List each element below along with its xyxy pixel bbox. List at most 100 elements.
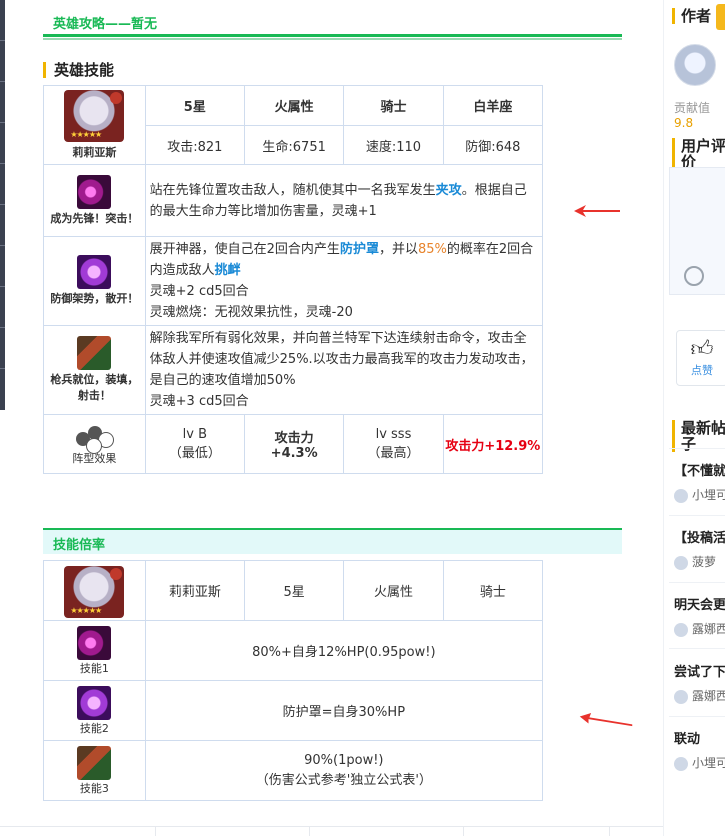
news-item-title[interactable]: 联动: [674, 728, 725, 747]
user-avatar: [674, 689, 688, 704]
formation-lvb: lv B （最低）: [144, 414, 245, 474]
hero-name: 莉莉亚斯: [72, 145, 117, 159]
stat-hp: 生命:6751: [243, 125, 345, 165]
author-badge: [716, 4, 725, 30]
rate-skill3-cell: 技能3: [43, 740, 146, 801]
hero-element: 火属性: [243, 85, 345, 126]
author-title: 作者: [672, 8, 711, 24]
news-divider: [669, 515, 725, 516]
keyword-provoke[interactable]: 挑衅: [215, 263, 241, 278]
skill3-soul-line: 灵魂+3 cd5回合: [149, 394, 249, 409]
red-arrow-icon: [579, 713, 633, 727]
rate-skill1-value: 80%+自身12%HP(0.95pow!): [144, 620, 544, 681]
like-button[interactable]: 👍︎ 点赞: [676, 330, 725, 386]
user-avatar: [674, 488, 688, 503]
author-avatar[interactable]: [674, 44, 716, 86]
skill2-name: 防御架势，散开！: [50, 292, 139, 305]
skill1-icon: [77, 174, 112, 209]
guide-divider: [43, 38, 622, 40]
rating-title: 用户评价: [672, 138, 725, 170]
contrib-value: 9.8: [674, 116, 694, 130]
skill1-icon: [77, 626, 112, 660]
hero-class: 骑士: [343, 85, 444, 126]
rating-title-text: 用户评价: [681, 137, 725, 171]
news-item-title[interactable]: 明天会更好: [674, 594, 725, 613]
guide-title: 英雄攻略——暂无: [53, 17, 158, 32]
stat-defense: 防御:648: [442, 125, 544, 165]
skill1-cell: 成为先锋！突击！: [43, 164, 146, 237]
news-divider: [669, 448, 725, 449]
news-item-username[interactable]: 露娜西: [692, 622, 725, 636]
rate-skill2-cell: 技能2: [43, 680, 146, 741]
skill2-soul-line: 灵魂+2 cd5回合: [149, 284, 249, 299]
rate-skill3-value: 90%(1pow!) （伤害公式参考'独立公式表'）: [144, 740, 544, 801]
formation-label: 阵型效果: [72, 451, 117, 465]
formation-lvsss-sub: （最高）: [367, 446, 420, 461]
emoji-icon[interactable]: [684, 266, 704, 286]
news-item-title[interactable]: 尝试了下: [674, 661, 725, 680]
skill2-cell: 防御架势，散开！: [43, 236, 146, 326]
news-item-user: 小埋可: [674, 486, 725, 503]
hero-skill-table: ★★★★★ 莉莉亚斯 5星 火属性 骑士 白羊座 攻击:821 生命:6751 …: [43, 85, 544, 474]
skill3-cell: 枪兵就位，装填，射击！: [43, 325, 146, 415]
rate-skill2-label: 技能2: [79, 722, 109, 735]
skill2-soulburn-line: 灵魂燃烧：无视效果抗性，灵魂-20: [149, 305, 353, 320]
formation-lvsss-label: lv sss: [375, 427, 412, 442]
keyword-pincer[interactable]: 夹攻: [436, 183, 462, 198]
rate-skill3-note[interactable]: （伤害公式参考'独立公式表'）: [147, 771, 541, 791]
news-divider: [669, 648, 725, 649]
skill-rate-table: ★★★★★ 莉莉亚斯 5星 火属性 骑士 技能1 80%+自身12%HP(0.9…: [43, 560, 544, 801]
footer-tick: [309, 826, 310, 836]
author-contribution: 贡献值 9.8: [674, 99, 725, 130]
news-item-user: 菠萝: [674, 553, 725, 570]
skill3-desc: 解除我军所有弱化效果，并向普兰特军下达连续射击命令，攻击全体敌人并使速攻值减少2…: [144, 325, 544, 415]
hero-stars: 5星: [144, 85, 245, 126]
skill2-desc: 展开神器，使自己在2回合内产生防护罩，并以85%的概率在2回合内造成敌人挑衅 灵…: [144, 236, 544, 326]
rate-hero-name: 莉莉亚斯: [144, 560, 245, 621]
section-title-skills: 英雄技能: [43, 62, 114, 78]
formation-lvb-label: lv B: [182, 427, 207, 442]
right-sidebar: 作者 贡献值 9.8 用户评价 👍︎ 点赞 最新帖子 【不懂就问 小埋可 【投稿…: [663, 0, 725, 836]
news-divider: [669, 716, 725, 717]
rate-skill1-cell: 技能1: [43, 620, 146, 681]
news-divider: [669, 582, 725, 583]
skill2-desc-text2: ，并以: [378, 242, 418, 257]
contrib-label: 贡献值: [674, 101, 711, 115]
guide-header: 英雄攻略——暂无: [43, 8, 622, 37]
formation-atk-label: 攻击力: [274, 431, 314, 446]
rate-header: 技能倍率: [43, 528, 622, 554]
skill3-icon: [77, 746, 112, 780]
thumbs-up-icon: 👍︎: [690, 337, 714, 362]
news-item-username[interactable]: 小埋可: [692, 488, 725, 502]
skill1-desc-text: 站在先锋位置攻击敌人，随机使其中一名我军发生: [149, 182, 436, 198]
five-star-icon: ★★★★★: [70, 605, 102, 615]
formation-atk-low: 攻击力 +4.3%: [243, 414, 345, 474]
rate-class: 骑士: [442, 560, 544, 621]
news-item-user: 露娜西: [674, 687, 725, 704]
rate-stars: 5星: [243, 560, 345, 621]
news-item-title[interactable]: 【投稿活动: [674, 527, 725, 546]
rate-skill1-label: 技能1: [79, 662, 109, 675]
hero-portrait-cell: ★★★★★ 莉莉亚斯: [43, 85, 146, 165]
rate-skill3-label: 技能3: [79, 782, 109, 795]
horn-icon: [110, 567, 123, 580]
formation-lvsss: lv sss （最高）: [343, 414, 444, 474]
news-item-username[interactable]: 菠萝: [692, 555, 716, 569]
like-label: 点赞: [691, 364, 713, 377]
five-star-icon: ★★★★★: [70, 129, 102, 139]
news-item-username[interactable]: 小埋可: [692, 756, 725, 770]
author-title-text: 作者: [681, 7, 712, 25]
skill1-desc: 站在先锋位置攻击敌人，随机使其中一名我军发生夹攻。根据自己的最大生命力等比增加伤…: [144, 164, 544, 237]
stat-attack: 攻击:821: [144, 125, 245, 165]
left-edge-strip: [0, 0, 5, 410]
rate-portrait-cell: ★★★★★: [43, 560, 146, 621]
user-avatar: [674, 555, 688, 570]
news-item-user: 小埋可: [674, 754, 725, 771]
news-item-username[interactable]: 露娜西: [692, 689, 725, 703]
formation-icon: [74, 425, 115, 454]
skill1-name: 成为先锋！突击！: [50, 211, 139, 225]
rate-element: 火属性: [343, 560, 444, 621]
stat-speed: 速度:110: [343, 125, 444, 165]
news-item-title[interactable]: 【不懂就问: [674, 460, 725, 479]
keyword-shield[interactable]: 防护罩: [340, 242, 379, 257]
